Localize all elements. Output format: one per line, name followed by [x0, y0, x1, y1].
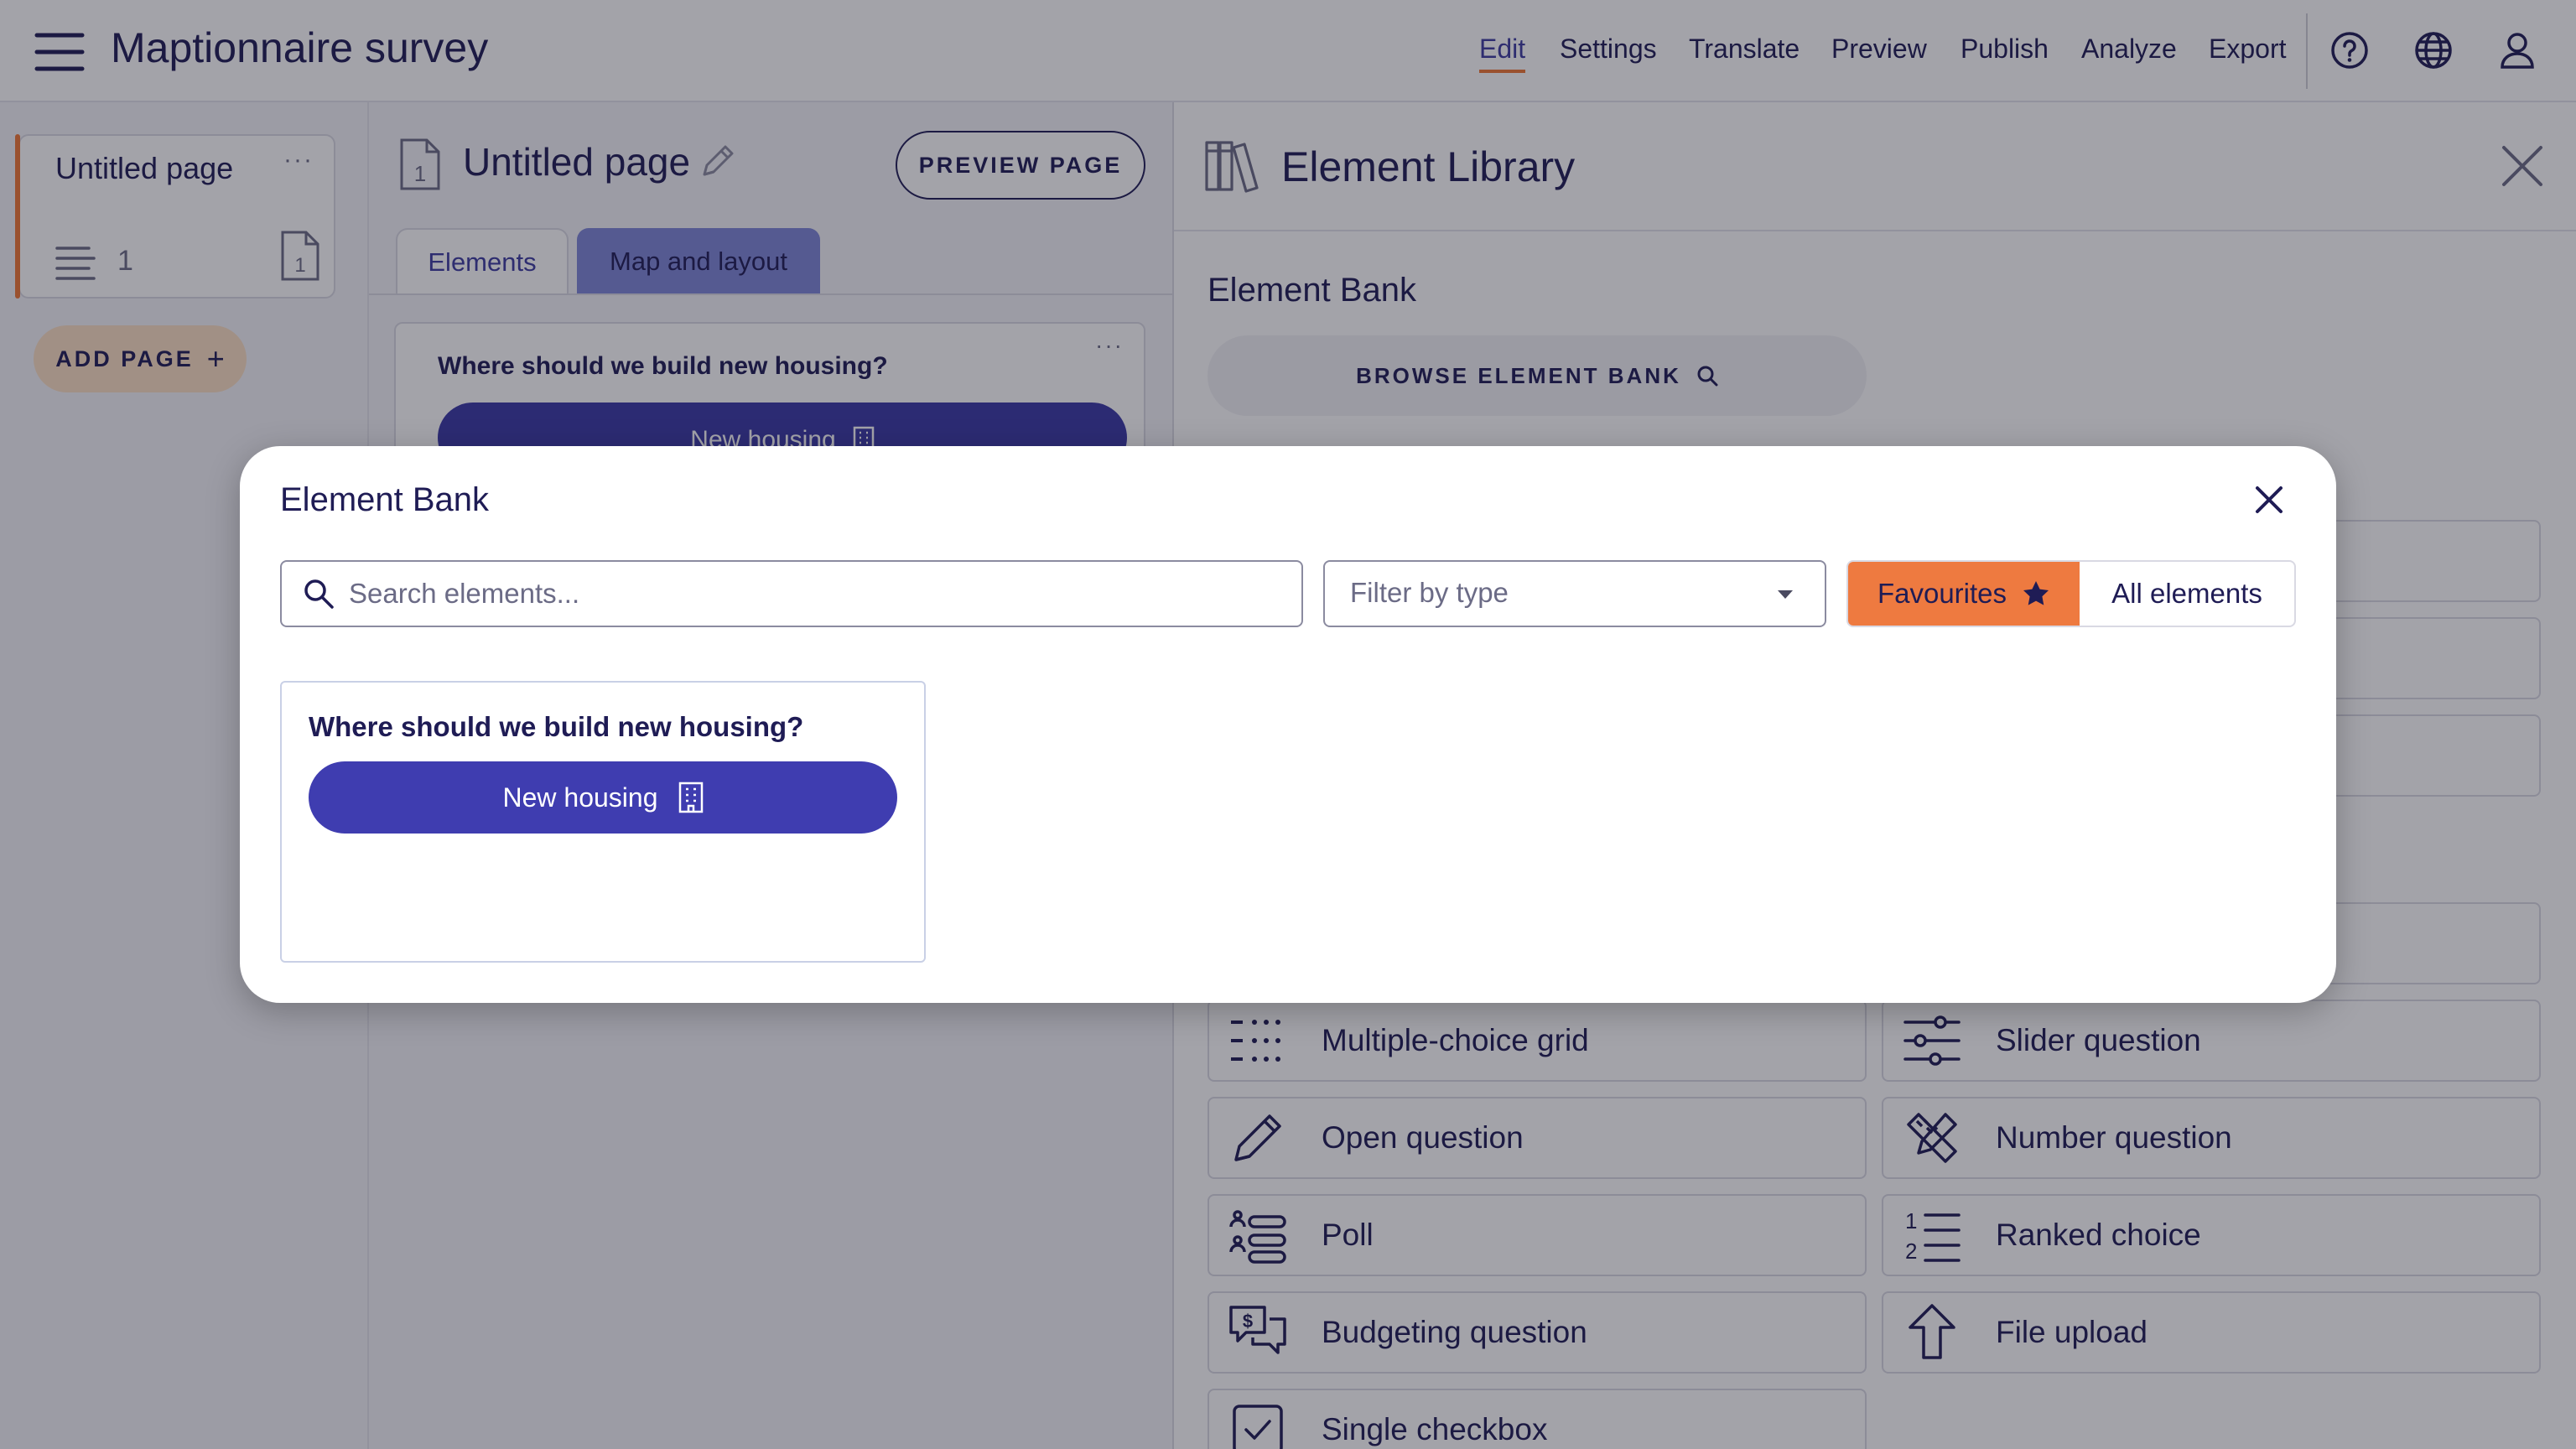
result-question-text: Where should we build new housing?	[309, 711, 804, 742]
search-icon	[302, 577, 335, 610]
toggle-favourites-label: Favourites	[1877, 578, 2007, 609]
star-icon	[2022, 579, 2050, 608]
result-answer-label: New housing	[502, 782, 658, 813]
filter-by-type-placeholder: Filter by type	[1350, 577, 1509, 608]
building-icon	[678, 782, 704, 813]
toggle-favourites[interactable]: Favourites	[1848, 562, 2080, 626]
favourites-toggle-group: Favourites All elements	[1846, 560, 2296, 627]
toggle-all-elements[interactable]: All elements	[2080, 562, 2294, 626]
search-input[interactable]	[349, 564, 1288, 624]
caret-down-icon	[1774, 584, 1796, 605]
close-icon[interactable]	[2249, 480, 2289, 520]
modal-title: Element Bank	[280, 481, 490, 518]
result-answer-button: New housing	[309, 761, 897, 834]
